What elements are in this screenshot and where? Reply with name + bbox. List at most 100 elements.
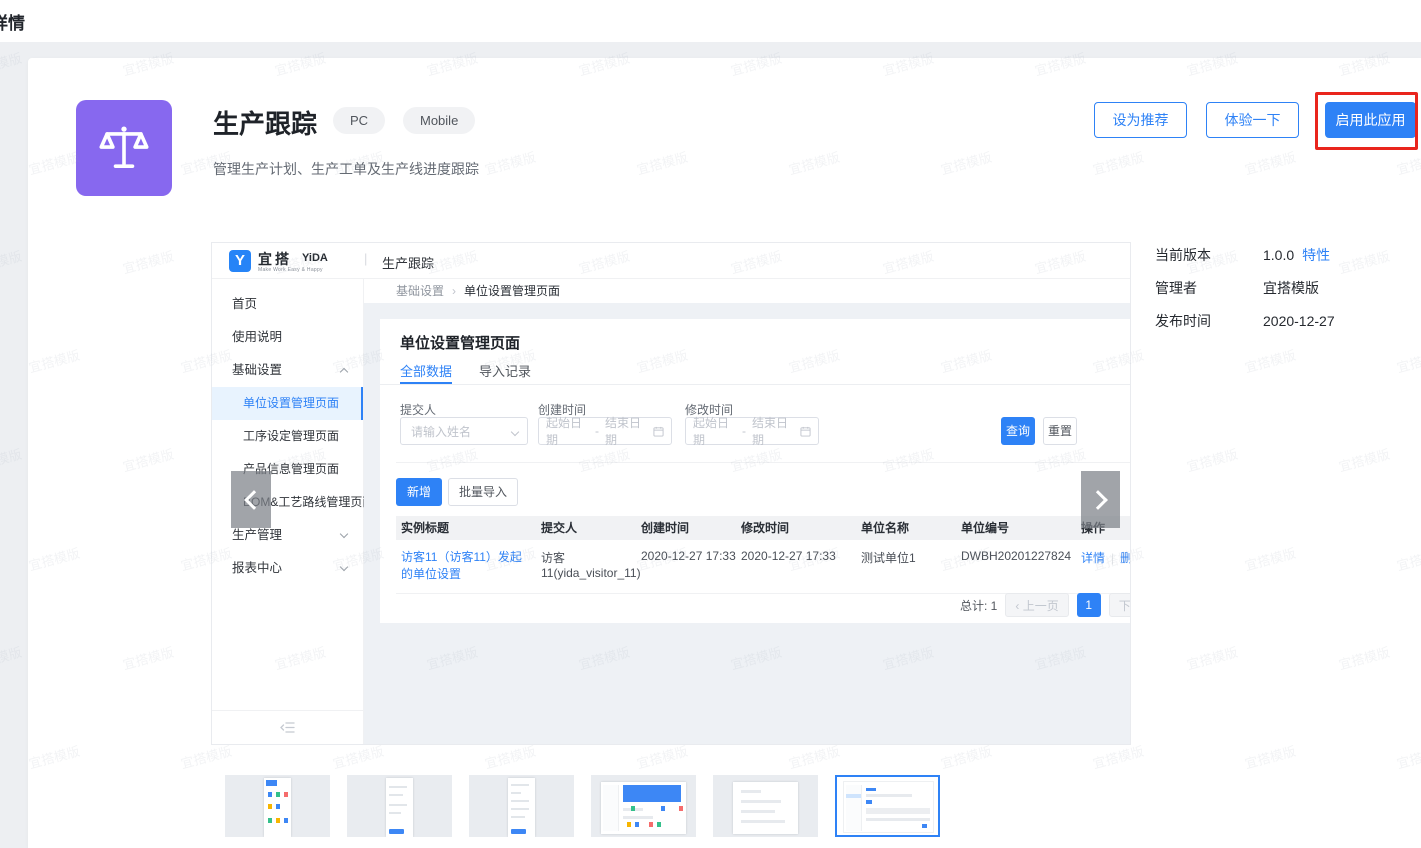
page-title: 详情 — [0, 14, 25, 33]
sidebar-item-process-settings: 工序设定管理页面 — [243, 429, 340, 443]
brand-en: YiDA — [302, 252, 328, 264]
menu-fold-icon — [280, 721, 295, 734]
reset-button: 重置 — [1043, 417, 1077, 445]
pagination: 总计: 1 ‹ 上一页 1 下一页 — [960, 593, 1130, 617]
thumbnail-6-selected[interactable] — [835, 775, 940, 837]
chevron-right-icon — [1087, 489, 1108, 510]
yida-logo-icon: Y — [229, 250, 251, 272]
platform-badge-pc: PC — [333, 107, 386, 134]
col-submitter: 提交人 — [541, 521, 578, 535]
carousel-prev-arrow[interactable] — [231, 471, 271, 528]
prev-page-button: ‹ 上一页 — [1005, 593, 1069, 617]
preview-header: Y 宜搭 YiDA Make Work Easy & Happy | 生产跟踪 — [212, 243, 1130, 279]
pagination-total: 总计: 1 — [960, 598, 998, 613]
sidebar-footer — [212, 710, 363, 744]
next-page-button: 下一页 — [1108, 593, 1130, 617]
thumb-sketch — [508, 778, 535, 837]
tab-all-data: 全部数据 — [400, 364, 453, 379]
chevron-left-icon — [244, 489, 264, 510]
preview-content: 基础设置 › 单位设置管理页面 单位设置管理页面 全部数据 导入记录 提交人 创建时… — [364, 279, 1130, 744]
breadcrumb-parent: 基础设置 — [396, 284, 445, 298]
row-title-link: 访客11（访客11）发起的单位设置 — [401, 550, 522, 581]
sidebar-item-unit-settings: 单位设置管理页面 — [212, 387, 363, 420]
sidebar-item-basic-settings: 基础设置 — [212, 354, 363, 387]
thumb-sketch — [264, 778, 291, 837]
action-delete-link: 删除 — [1120, 551, 1131, 565]
thumb-sketch — [386, 778, 413, 837]
chevron-down-icon — [339, 529, 349, 539]
set-recommend-button[interactable]: 设为推荐 — [1094, 102, 1187, 138]
select-chevron-icon — [510, 427, 520, 437]
thumb-sketch — [733, 782, 798, 834]
version-label: 当前版本 — [1155, 247, 1211, 263]
thumbnail-1[interactable] — [225, 775, 330, 837]
data-panel: 单位设置管理页面 全部数据 导入记录 提交人 创建时间 修改时间 请输入姓名 起… — [380, 319, 1131, 623]
tab-divider — [380, 384, 1130, 385]
tab-import-records: 导入记录 — [479, 364, 532, 379]
try-now-button[interactable]: 体验一下 — [1206, 102, 1299, 138]
app-detail-card: 生产跟踪 PC Mobile 管理生产计划、生产工单及生产线进度跟踪 设为推荐 … — [28, 58, 1421, 848]
app-title: 生产跟踪 — [213, 109, 318, 139]
carousel-next-arrow[interactable] — [1081, 471, 1120, 528]
calendar-icon — [653, 426, 664, 437]
toolbar-divider — [396, 462, 1130, 463]
breadcrumb-separator-icon: › — [452, 284, 457, 298]
brand-cn: 宜搭 — [258, 251, 292, 267]
row-submitter: 访客11(yida_visitor_11) — [541, 551, 641, 580]
sidebar-item-guide: 使用说明 — [232, 330, 283, 344]
brand-tagline: Make Work Easy & Happy — [258, 267, 323, 273]
calendar-icon — [800, 426, 811, 437]
submitter-select: 请输入姓名 — [400, 417, 528, 445]
table-header-row: 实例标题 提交人 创建时间 修改时间 单位名称 单位编号 操作 — [396, 516, 1130, 540]
publish-value: 2020-12-27 — [1263, 313, 1335, 329]
brand-app-name: 生产跟踪 — [382, 256, 435, 271]
screenshot-preview[interactable]: Y 宜搭 YiDA Make Work Easy & Happy | 生产跟踪 … — [211, 242, 1131, 745]
table-row: 访客11（访客11）发起的单位设置 访客11(yida_visitor_11) … — [396, 540, 1131, 594]
row-unit-name: 测试单位1 — [861, 551, 916, 565]
meta-version-row: 当前版本 1.0.0 特性 — [1155, 245, 1330, 265]
search-button: 查询 — [1001, 417, 1035, 445]
app-icon — [76, 100, 172, 196]
sidebar-item-home: 首页 — [232, 297, 258, 311]
modified-date-range: 起始日期 - 结束日期 — [685, 416, 819, 447]
brand-separator: | — [364, 251, 368, 266]
row-modified: 2020-12-27 17:33 — [741, 549, 836, 563]
submitter-label: 提交人 — [400, 403, 437, 417]
row-created: 2020-12-27 17:33 — [641, 549, 736, 563]
breadcrumb: 基础设置 › 单位设置管理页面 — [364, 279, 1130, 303]
thumb-sketch — [601, 782, 686, 834]
chevron-down-icon — [339, 562, 349, 572]
meta-admin-row: 管理者 宜搭模版 — [1155, 278, 1319, 298]
panel-title: 单位设置管理页面 — [400, 335, 521, 352]
thumbnail-5[interactable] — [713, 775, 818, 837]
app-description: 管理生产计划、生产工单及生产线进度跟踪 — [213, 161, 479, 177]
admin-label: 管理者 — [1155, 280, 1197, 296]
admin-value: 宜搭模版 — [1263, 280, 1319, 296]
col-unit-name: 单位名称 — [861, 521, 910, 535]
balance-scale-icon — [95, 119, 153, 177]
meta-publish-row: 发布时间 2020-12-27 — [1155, 311, 1335, 331]
top-bar: 详情 — [0, 0, 1421, 42]
col-modified: 修改时间 — [741, 521, 790, 535]
version-features-link[interactable]: 特性 — [1302, 247, 1330, 263]
col-unit-code: 单位编号 — [961, 521, 1010, 535]
created-date-range: 起始日期 - 结束日期 — [538, 416, 672, 447]
publish-label: 发布时间 — [1155, 313, 1211, 329]
add-button: 新增 — [396, 478, 442, 506]
thumb-sketch — [843, 781, 934, 833]
row-actions: 详情|删除 — [1081, 549, 1131, 583]
batch-import-button: 批量导入 — [448, 478, 518, 506]
thumbnail-4[interactable] — [591, 775, 696, 837]
data-table: 实例标题 提交人 创建时间 修改时间 单位名称 单位编号 操作 访客11（访客1… — [396, 516, 1131, 594]
chevron-up-icon — [339, 367, 349, 377]
sidebar-item-reports: 报表中心 — [212, 552, 363, 585]
thumbnail-2[interactable] — [347, 775, 452, 837]
current-page-button: 1 — [1076, 593, 1101, 617]
row-unit-code: DWBH20201227824 — [961, 549, 1072, 563]
thumbnail-3[interactable] — [469, 775, 574, 837]
col-instance-title: 实例标题 — [401, 521, 450, 535]
col-created: 创建时间 — [641, 521, 690, 535]
platform-badge-mobile: Mobile — [403, 107, 476, 134]
breadcrumb-current: 单位设置管理页面 — [464, 284, 561, 298]
enable-app-button[interactable]: 启用此应用 — [1325, 102, 1416, 138]
